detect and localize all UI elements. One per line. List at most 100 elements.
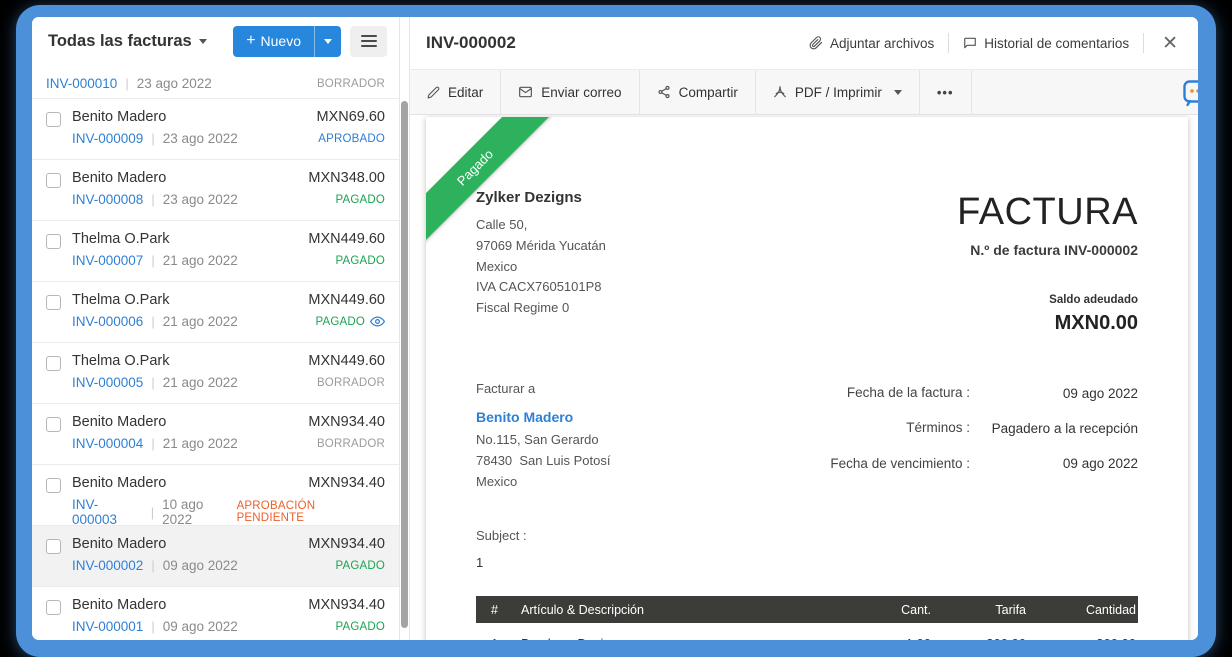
list-title-label: Todas las facturas: [48, 32, 192, 51]
new-invoice-dropdown-button[interactable]: [314, 26, 341, 57]
invoice-list-item[interactable]: Thelma O.ParkMXN449.60INV-000005|21 ago …: [32, 343, 399, 404]
pencil-icon: [427, 86, 440, 99]
more-actions-button[interactable]: •••: [920, 70, 972, 114]
invoice-field-row: Términos :Pagadero a la recepción: [808, 418, 1138, 438]
invoice-number-link[interactable]: INV-000005: [72, 375, 143, 390]
share-icon: [657, 85, 671, 99]
balance-due-value: MXN0.00: [957, 312, 1138, 335]
close-icon[interactable]: ✕: [1158, 32, 1182, 55]
attach-files-button[interactable]: Adjuntar archivos: [809, 36, 934, 51]
row-checkbox[interactable]: [46, 417, 61, 432]
invoice-number-link[interactable]: INV-000007: [72, 253, 143, 268]
table-header-row: #Artículo & DescripciónCant.TarifaCantid…: [476, 596, 1138, 623]
pdf-print-button[interactable]: PDF / Imprimir: [756, 70, 920, 114]
customer-name: Benito Madero: [72, 536, 166, 552]
status-label: APROBACIÓN PENDIENTE: [237, 500, 385, 524]
status-label: APROBADO: [318, 133, 385, 145]
invoice-number-link[interactable]: INV-000006: [72, 314, 143, 329]
row-checkbox[interactable]: [46, 112, 61, 127]
customer-address-line: No.115, San Gerardo: [476, 430, 610, 451]
invoice-amount: MXN934.40: [308, 536, 385, 552]
list-options-button[interactable]: [350, 26, 387, 57]
field-label: Fecha de la factura :: [818, 383, 970, 403]
invoice-row-content: Benito MaderoMXN934.40INV-000002|09 ago …: [72, 536, 385, 586]
share-button[interactable]: Compartir: [640, 70, 756, 114]
table-header-cell: #: [476, 603, 521, 617]
comment-icon: [963, 36, 977, 50]
invoice-row-content: Thelma O.ParkMXN449.60INV-000006|21 ago …: [72, 292, 385, 342]
paid-ribbon: Pagado: [426, 117, 554, 246]
invoice-number-link[interactable]: INV-000009: [72, 131, 143, 146]
separator: |: [151, 436, 154, 451]
invoice-list-item[interactable]: Benito MaderoMXN934.40INV-000001|09 ago …: [32, 587, 399, 640]
list-scrollbar[interactable]: [401, 101, 408, 628]
row-checkbox[interactable]: [46, 234, 61, 249]
status-label: BORRADOR: [317, 78, 385, 90]
pdf-icon: [773, 85, 787, 99]
invoice-number-link[interactable]: INV-000002: [72, 558, 143, 573]
invoice-date: 09 ago 2022: [163, 558, 238, 573]
row-checkbox[interactable]: [46, 600, 61, 615]
separator: |: [151, 131, 154, 146]
separator: |: [125, 76, 128, 91]
send-email-button[interactable]: Enviar correo: [501, 70, 639, 114]
row-checkbox[interactable]: [46, 539, 61, 554]
status-label: BORRADOR: [317, 438, 385, 450]
separator: |: [151, 619, 154, 634]
invoice-number-link[interactable]: INV-000004: [72, 436, 143, 451]
invoice-number-link[interactable]: INV-000003: [72, 497, 143, 527]
company-tax-line: IVA CACX7605101P8: [476, 277, 606, 298]
eye-icon[interactable]: [370, 316, 385, 327]
invoice-number-link[interactable]: INV-000008: [72, 192, 143, 207]
invoice-list-item[interactable]: Thelma O.ParkMXN449.60INV-000006|21 ago …: [32, 282, 399, 343]
comment-history-button[interactable]: Historial de comentarios: [963, 36, 1129, 51]
invoice-list-item[interactable]: Benito MaderoMXN934.40INV-000002|09 ago …: [32, 526, 399, 587]
invoice-amount: MXN449.60: [308, 231, 385, 247]
invoice-detail-panel: INV-000002 Adjuntar archivos Historial d…: [409, 17, 1198, 640]
status-badge: APROBADO: [318, 133, 385, 145]
app-window: Todas las facturas + Nuevo INV: [32, 17, 1198, 640]
invoice-list-item[interactable]: Benito MaderoMXN934.40INV-000004|21 ago …: [32, 404, 399, 465]
help-chat-icon[interactable]: [1183, 80, 1198, 112]
status-badge: PAGADO: [335, 560, 385, 572]
invoice-date: 21 ago 2022: [163, 253, 238, 268]
invoice-row-content: Benito MaderoMXN69.60INV-000009|23 ago 2…: [72, 109, 385, 159]
invoice-preview-area: Pagado Zylker Dezigns Calle 50, 97069 Mé…: [410, 115, 1198, 640]
status-badge: PAGADO: [335, 194, 385, 206]
customer-name-link[interactable]: Benito Madero: [476, 409, 610, 425]
invoice-date: 10 ago 2022: [162, 497, 236, 527]
send-email-label: Enviar correo: [541, 85, 621, 100]
invoice-number-link[interactable]: INV-000001: [72, 619, 143, 634]
row-checkbox[interactable]: [46, 478, 61, 493]
divider: [948, 33, 949, 53]
customer-address-line: Mexico: [476, 472, 610, 493]
row-checkbox[interactable]: [46, 295, 61, 310]
table-body: 1Brochure DesignBrochure design single s…: [476, 623, 1138, 640]
invoice-amount: MXN348.00: [308, 170, 385, 186]
status-label: PAGADO: [315, 316, 365, 328]
invoice-doc-number: N.º de factura INV-000002: [957, 242, 1138, 258]
status-badge: APROBACIÓN PENDIENTE: [237, 500, 385, 524]
status-badge: BORRADOR: [317, 438, 385, 450]
list-title-dropdown[interactable]: Todas las facturas: [48, 32, 207, 51]
invoice-list-item[interactable]: Benito MaderoMXN348.00INV-000008|23 ago …: [32, 160, 399, 221]
invoice-number-link[interactable]: INV-000010: [46, 76, 117, 91]
separator: |: [151, 192, 154, 207]
new-button-label: Nuevo: [261, 33, 301, 49]
invoice-list-item[interactable]: Thelma O.ParkMXN449.60INV-000007|21 ago …: [32, 221, 399, 282]
row-checkbox[interactable]: [46, 356, 61, 371]
invoice-list-item[interactable]: INV-000010|23 ago 2022BORRADOR: [32, 65, 399, 99]
edit-button[interactable]: Editar: [410, 70, 501, 114]
customer-name: Benito Madero: [72, 109, 166, 125]
customer-name: Benito Madero: [72, 170, 166, 186]
status-label: PAGADO: [335, 255, 385, 267]
invoice-list-item[interactable]: Benito MaderoMXN934.40INV-000003|10 ago …: [32, 465, 399, 526]
invoice-amount: MXN449.60: [308, 353, 385, 369]
separator: |: [151, 375, 154, 390]
new-invoice-button[interactable]: + Nuevo: [233, 26, 341, 57]
company-fiscal-line: Fiscal Regime 0: [476, 298, 606, 319]
invoice-amount: MXN934.40: [308, 414, 385, 430]
chevron-down-icon: [199, 39, 207, 44]
row-checkbox[interactable]: [46, 173, 61, 188]
invoice-list-item[interactable]: Benito MaderoMXN69.60INV-000009|23 ago 2…: [32, 99, 399, 160]
